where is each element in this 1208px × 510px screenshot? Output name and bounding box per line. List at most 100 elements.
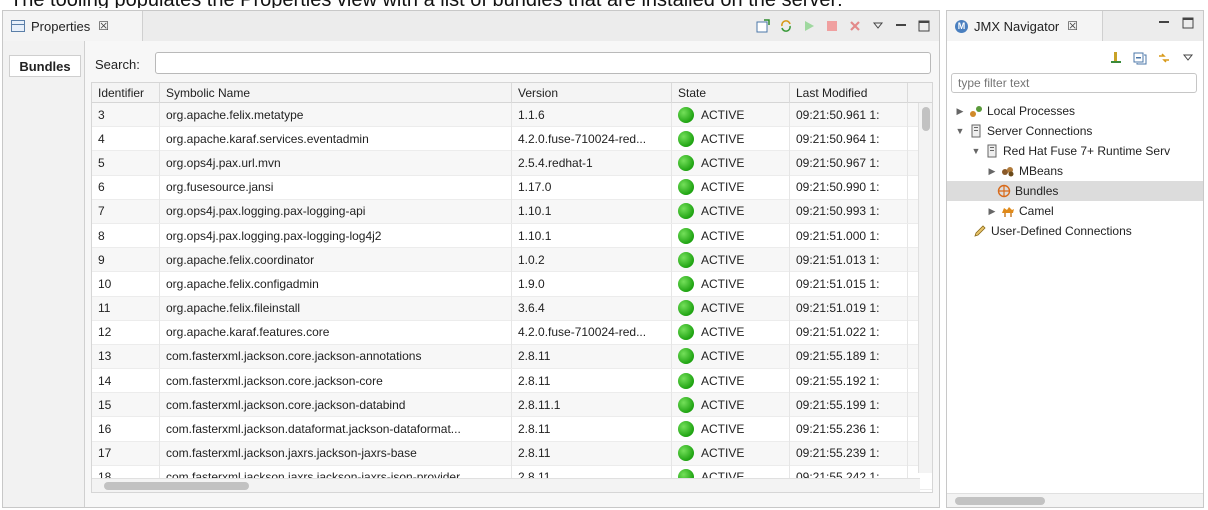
tree-node-bundles[interactable]: Bundles [947,181,1203,201]
column-header-identifier[interactable]: Identifier [92,83,160,103]
table-row[interactable]: 7 org.ops4j.pax.logging.pax-logging-api 1.… [92,199,932,224]
filter-input[interactable] [951,73,1197,93]
tree-node-mbeans[interactable]: ▶ MBeans [987,161,1064,181]
horizontal-scroll-thumb[interactable] [104,482,249,490]
column-header-last-modified[interactable]: Last Modified [790,83,908,103]
expand-icon[interactable]: ▶ [987,166,997,177]
maximize-icon[interactable] [1181,16,1195,30]
bundles-icon [997,184,1011,198]
cell-last-modified: 09:21:50.964 1: [790,126,908,151]
column-header-version[interactable]: Version [512,83,672,103]
cell-last-modified: 09:21:55.199 1: [790,392,908,417]
close-icon[interactable]: ☒ [98,19,109,33]
cell-version: 4.2.0.fuse-710024-red... [512,126,672,151]
table-row[interactable]: 15 com.fasterxml.jackson.core.jackson-dat… [92,392,932,418]
tab-properties-label: Properties [31,18,91,34]
table-row[interactable]: 16 com.fasterxml.jackson.dataformat.jacks… [92,417,932,442]
collapse-icon[interactable]: ▼ [971,146,981,156]
uninstall-icon[interactable] [848,19,862,33]
horizontal-scrollbar[interactable] [92,478,920,492]
jmx-subtoolbar [1109,51,1195,65]
properties-view: Properties ☒ Bundles Search: Identifier … [2,10,940,508]
link-with-editor-icon[interactable] [1157,51,1171,65]
tree-node-server-connections[interactable]: ▼ Server Connections [955,121,1093,141]
cell-identifier: 17 [92,441,160,466]
stop-icon[interactable] [825,19,839,33]
table-row[interactable]: 6 org.fusesource.jansi 1.17.0 ACTIVE 09:21:5… [92,175,932,200]
column-header-filler [908,83,932,103]
cell-version: 4.2.0.fuse-710024-red... [512,320,672,345]
cell-symbolic-name: com.fasterxml.jackson.core.jackson-annot… [160,344,512,369]
tree-node-local-processes[interactable]: ▶ Local Processes [955,101,1076,121]
tree-label: Camel [1019,204,1054,218]
cell-last-modified: 09:21:51.013 1: [790,247,908,272]
view-menu-icon[interactable] [871,19,885,33]
jmx-icon: M [955,19,968,33]
cell-symbolic-name: com.fasterxml.jackson.jaxrs.jackson-jaxr… [160,441,512,466]
table-row[interactable]: 11 org.apache.felix.fileinstall 3.6.4 ACTIV… [92,296,932,321]
cell-last-modified: 09:21:55.236 1: [790,417,908,442]
active-status-icon [678,130,694,147]
table-row[interactable]: 4 org.apache.karaf.services.eventadmin 4.2… [92,126,932,152]
expand-icon[interactable]: ▶ [955,106,965,117]
view-menu-icon[interactable] [1181,51,1195,65]
table-body: 3 org.apache.felix.metatype 1.1.6 ACTIVE 09:… [92,102,932,490]
table-row[interactable]: 3 org.apache.felix.metatype 1.1.6 ACTIVE 09:… [92,102,932,128]
camel-icon [1001,204,1015,218]
refresh-icon[interactable] [779,19,793,33]
tab-bundles[interactable]: Bundles [9,55,81,77]
cell-identifier: 7 [92,199,160,224]
cell-state: ACTIVE [672,344,790,369]
table-row[interactable]: 10 org.apache.felix.configadmin 1.9.0 ACTIV… [92,271,932,297]
collapse-all-icon[interactable] [1133,51,1147,65]
cell-version: 1.10.1 [512,199,672,224]
column-header-symbolic-name[interactable]: Symbolic Name [160,83,512,103]
tab-jmx-navigator[interactable]: M JMX Navigator ☒ [947,11,1103,41]
jmx-tabbar: M JMX Navigator ☒ [947,11,1203,41]
tab-properties[interactable]: Properties ☒ [3,11,143,41]
tree-node-server[interactable]: ▼ Red Hat Fuse 7+ Runtime Serv [971,141,1171,161]
cell-state: ACTIVE [672,417,790,442]
cell-state: ACTIVE [672,199,790,224]
side-tab-strip: Bundles [3,41,85,507]
cell-identifier: 15 [92,392,160,417]
table-row[interactable]: 13 com.fasterxml.jackson.core.jackson-ann… [92,344,932,370]
tab-jmx-label: JMX Navigator [974,18,1060,34]
column-header-state[interactable]: State [672,83,790,103]
table-row[interactable]: 14 com.fasterxml.jackson.core.jackson-cor… [92,368,932,394]
table-row[interactable]: 12 org.apache.karaf.features.core 4.2.0.fu… [92,320,932,345]
active-status-icon [678,227,694,244]
minimize-icon[interactable] [894,19,908,33]
new-connection-icon[interactable] [1109,51,1123,65]
horizontal-scroll-thumb[interactable] [955,497,1045,505]
active-status-icon [678,300,694,317]
tree-node-user-defined-connections[interactable]: User-Defined Connections [973,221,1132,241]
tree-node-camel[interactable]: ▶ Camel [987,201,1054,221]
minimize-icon[interactable] [1157,16,1171,30]
active-status-icon [678,324,694,341]
close-icon[interactable]: ☒ [1067,19,1078,33]
start-icon[interactable] [802,19,816,33]
state-label: ACTIVE [701,155,745,170]
cell-symbolic-name: org.apache.felix.coordinator [160,247,512,272]
vertical-scrollbar[interactable] [918,103,932,473]
properties-icon [11,20,25,32]
maximize-icon[interactable] [917,19,931,33]
state-label: ACTIVE [701,252,745,267]
active-status-icon [678,275,694,292]
new-icon[interactable] [756,19,770,33]
table-row[interactable]: 17 com.fasterxml.jackson.jaxrs.jackson-ja… [92,441,932,466]
cell-last-modified: 09:21:51.000 1: [790,223,908,248]
horizontal-scrollbar[interactable] [947,493,1203,507]
search-input[interactable] [155,52,931,74]
collapse-icon[interactable]: ▼ [955,126,965,136]
cell-identifier: 3 [92,102,160,127]
expand-icon[interactable]: ▶ [987,206,997,217]
state-label: ACTIVE [701,325,745,340]
table-row[interactable]: 8 org.ops4j.pax.logging.pax-logging-log4j… [92,223,932,249]
cell-symbolic-name: org.ops4j.pax.logging.pax-logging-api [160,199,512,224]
state-label: ACTIVE [701,301,745,316]
table-row[interactable]: 9 org.apache.felix.coordinator 1.0.2 ACTIVE… [92,247,932,273]
table-row[interactable]: 5 org.ops4j.pax.url.mvn 2.5.4.redhat-1 ACTI… [92,150,932,176]
vertical-scroll-thumb[interactable] [922,107,930,131]
